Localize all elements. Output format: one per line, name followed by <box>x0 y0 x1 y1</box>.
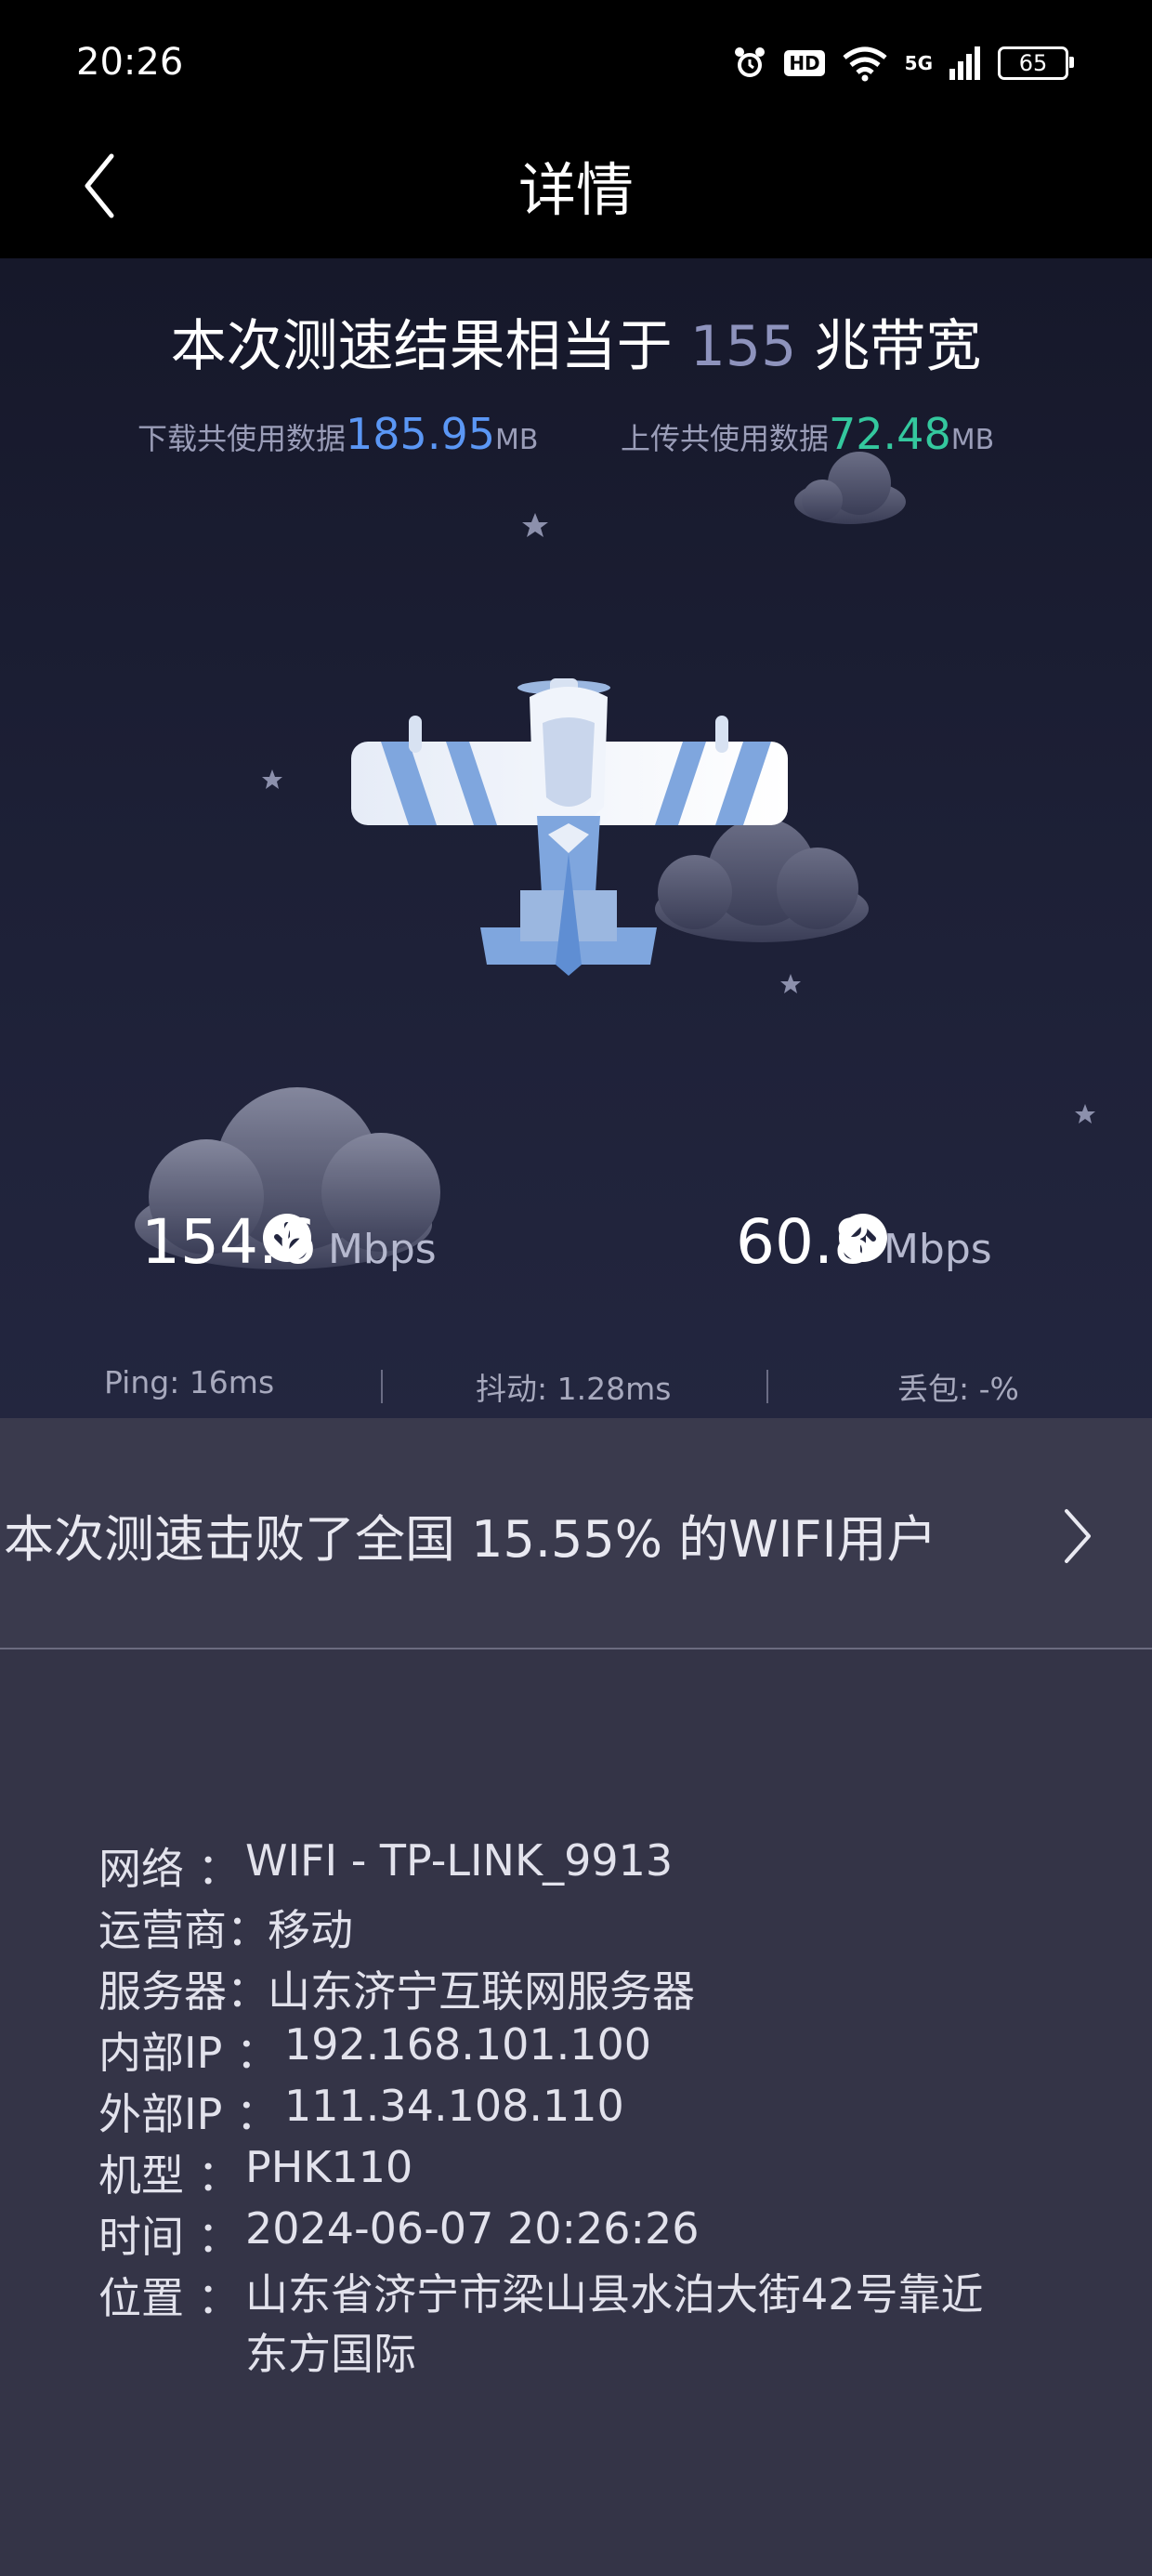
download-speed-unit: Mbps <box>327 1226 437 1273</box>
detail-list: 网络 ： WIFI - TP-LINK_9913 运营商： 移动 服务器： 山东… <box>98 1835 1083 2395</box>
cloud-small <box>794 452 906 524</box>
detail-label: 机型 ： <box>98 2150 241 2201</box>
detail-value: 2024-06-07 20:26:26 <box>245 2203 700 2254</box>
detail-value: 192.168.101.100 <box>284 2019 652 2070</box>
status-time: 20:26 <box>76 41 184 84</box>
detail-row-time: 时间 ： 2024-06-07 20:26:26 <box>98 2203 1083 2265</box>
battery-level: 65 <box>1018 50 1048 76</box>
rank-text: 本次测速击败了全国 15.55% 的WIFI用户 <box>4 1510 937 1569</box>
ping-metric: Ping: 16ms <box>104 1364 275 1400</box>
detail-row-server: 服务器： 山东济宁互联网服务器 <box>98 1958 1083 2019</box>
detail-row-internal-ip: 内部IP ： 192.168.101.100 <box>98 2019 1083 2081</box>
signal-icon <box>949 46 980 80</box>
bandwidth-headline: 本次测速结果相当于 155 兆带宽 <box>0 301 1152 382</box>
star <box>522 513 548 537</box>
battery-icon: 65 <box>998 46 1074 80</box>
bandwidth-value: 155 <box>689 314 797 379</box>
packet-loss-metric: 丢包: -% <box>897 1371 1019 1407</box>
detail-value: PHK110 <box>245 2142 413 2192</box>
page-title: 详情 <box>517 156 634 224</box>
rank-row[interactable]: 本次测速击败了全国 15.55% 的WIFI用户 <box>0 1418 1152 1649</box>
detail-value: 山东济宁互联网服务器 <box>268 1966 695 2017</box>
detail-label: 网络 ： <box>98 1844 241 1894</box>
star <box>262 769 282 789</box>
headline-suffix: 兆带宽 <box>814 314 982 379</box>
result-hero: 本次测速结果相当于 155 兆带宽 下载共使用数据185.95MB 上传共使用数… <box>0 258 1152 1418</box>
detail-label: 运营商： <box>98 1905 269 1955</box>
upload-speed: 60.8 Mbps <box>736 1206 992 1278</box>
wifi-icon <box>843 46 887 82</box>
detail-value: 移动 <box>268 1905 353 1955</box>
hd-voice-icon: HD <box>784 50 825 76</box>
status-icons: HD 5G 65 <box>732 45 1074 82</box>
detail-label: 外部IP ： <box>98 2089 279 2139</box>
detail-label: 时间 ： <box>98 2212 241 2262</box>
detail-row-location: 位置 ： 山东省济宁市梁山县水泊大街42号靠近东方国际 <box>98 2265 1083 2395</box>
star <box>1075 1104 1095 1124</box>
network-type: 5G <box>904 52 933 74</box>
headline-prefix: 本次测速结果相当于 <box>170 314 673 379</box>
upload-speed-unit: Mbps <box>883 1226 992 1273</box>
detail-row-network: 网络 ： WIFI - TP-LINK_9913 <box>98 1835 1083 1897</box>
metric-divider <box>381 1370 383 1403</box>
detail-label: 服务器： <box>98 1966 269 2017</box>
alarm-icon <box>735 47 766 77</box>
download-speed-value: 154.6 <box>141 1206 317 1278</box>
jitter-metric: 抖动: 1.28ms <box>476 1371 672 1407</box>
detail-row-carrier: 运营商： 移动 <box>98 1897 1083 1958</box>
upload-speed-value: 60.8 <box>736 1206 872 1278</box>
detail-value: WIFI - TP-LINK_9913 <box>245 1835 674 1886</box>
detail-value: 山东省济宁市梁山县水泊大街42号靠近东方国际 <box>245 2269 984 2379</box>
detail-value: 111.34.108.110 <box>284 2081 624 2131</box>
detail-label: 位置 ： <box>98 2273 241 2323</box>
status-bar: 20:26 HD 5G 65 <box>0 0 1152 139</box>
detail-row-external-ip: 外部IP ： 111.34.108.110 <box>98 2081 1083 2142</box>
star <box>780 974 801 993</box>
detail-label: 内部IP ： <box>98 2028 279 2078</box>
cloud-medium <box>655 818 869 942</box>
detail-row-model: 机型 ： PHK110 <box>98 2142 1083 2203</box>
metric-divider <box>766 1370 768 1403</box>
chevron-right-icon <box>1065 1509 1091 1563</box>
download-speed: 154.6 Mbps <box>141 1206 437 1278</box>
